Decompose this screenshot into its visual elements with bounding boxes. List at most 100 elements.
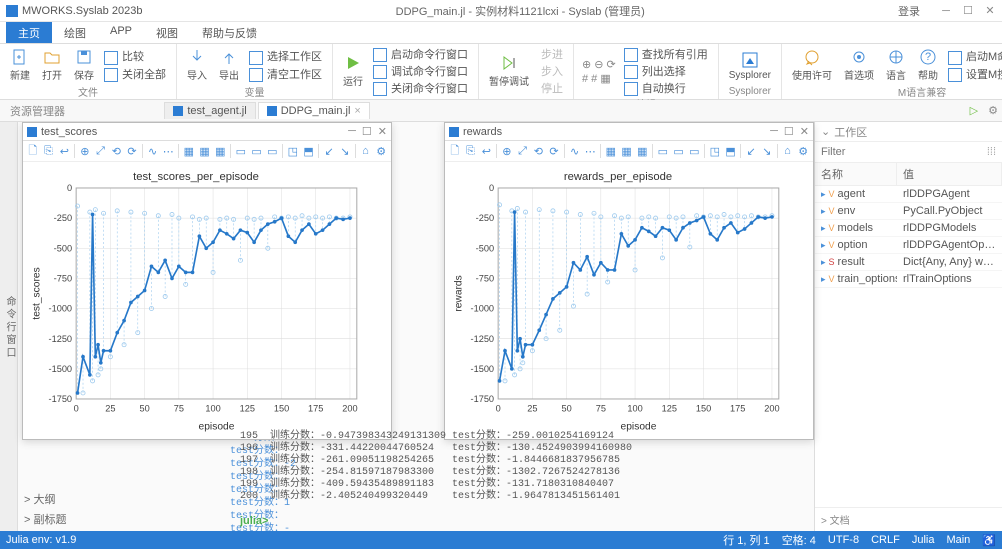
- docs-toggle[interactable]: > 文档: [815, 507, 1002, 531]
- plot-tool-icon[interactable]: ↘: [339, 144, 351, 158]
- ribbon-tab-app[interactable]: APP: [98, 22, 144, 43]
- plot-window-test-scores[interactable]: test_scores ─ ☐ ✕ 🗋⎘↩⊕⤢⟲⟳∿⋯▦▦▦▭▭▭◳⬒↙↘⌂⚙ …: [22, 122, 392, 440]
- status-encoding[interactable]: UTF-8: [828, 534, 859, 546]
- run-play-icon[interactable]: ▷: [970, 104, 978, 117]
- plot-canvas[interactable]: rewards_per_episode0-250-500-750-1000-12…: [449, 166, 787, 435]
- left-side-strip[interactable]: 命 令 行 窗 口: [0, 122, 18, 531]
- new-button[interactable]: 新建: [6, 46, 34, 84]
- wrap-button[interactable]: 自动换行: [622, 80, 712, 96]
- plot-tool-icon[interactable]: ⚙: [797, 144, 809, 158]
- plot-tool-icon[interactable]: ↩: [480, 144, 492, 158]
- minimize-icon[interactable]: ─: [348, 125, 356, 138]
- tab-close-icon[interactable]: ×: [354, 105, 360, 117]
- status-module[interactable]: Main: [946, 534, 970, 546]
- close-button[interactable]: ✕: [984, 5, 996, 17]
- login-link[interactable]: 登录: [898, 3, 920, 19]
- ribbon-tab-help[interactable]: 帮助与反馈: [190, 22, 269, 43]
- plot-tool-icon[interactable]: ∿: [569, 144, 581, 158]
- col-name[interactable]: 名称: [815, 163, 897, 185]
- plot-tool-icon[interactable]: ▦: [199, 144, 211, 158]
- plot-tool-icon[interactable]: ⚙: [375, 144, 387, 158]
- workspace-row[interactable]: ▸VenvPyCall.PyObject: [815, 203, 1002, 220]
- save-button[interactable]: 保存: [70, 46, 98, 84]
- plot-tool-icon[interactable]: ▭: [673, 144, 685, 158]
- ribbon-tab-home[interactable]: 主页: [6, 22, 52, 43]
- plot-tool-icon[interactable]: ▦: [605, 144, 617, 158]
- plot-tool-icon[interactable]: ⋯: [584, 144, 596, 158]
- plot-tool-icon[interactable]: ⊕: [501, 144, 513, 158]
- grid-button[interactable]: # # ▦: [580, 72, 618, 85]
- plot-tool-icon[interactable]: ⟲: [532, 144, 544, 158]
- maximize-icon[interactable]: ☐: [784, 125, 794, 138]
- plot-tool-icon[interactable]: ◳: [709, 144, 721, 158]
- gear-icon[interactable]: ⚙: [988, 104, 998, 117]
- status-env[interactable]: Julia env: v1.9: [6, 534, 711, 546]
- open-button[interactable]: 打开: [38, 46, 66, 84]
- license-button[interactable]: 使用许可: [788, 46, 836, 84]
- plot-tool-icon[interactable]: ⟲: [110, 144, 122, 158]
- plot-tool-icon[interactable]: ▦: [214, 144, 226, 158]
- plot-tool-icon[interactable]: ↙: [745, 144, 757, 158]
- status-lang[interactable]: Julia: [912, 534, 935, 546]
- compare-button[interactable]: 比较: [102, 48, 170, 64]
- plot-tool-icon[interactable]: ↘: [761, 144, 773, 158]
- run-button[interactable]: 运行: [339, 52, 367, 90]
- workspace-row[interactable]: ▸SresultDict{Any, Any} with...: [815, 254, 1002, 271]
- help-button[interactable]: ?帮助: [914, 46, 942, 84]
- plot-tool-icon[interactable]: ▭: [266, 144, 278, 158]
- zoomin-button[interactable]: ⊕ ⊖ ⟳: [580, 58, 618, 71]
- plot-tool-icon[interactable]: ⌂: [360, 144, 372, 158]
- select-workspace-button[interactable]: 选择工作区: [247, 48, 326, 64]
- prefs-button[interactable]: 首选项: [840, 46, 878, 84]
- workspace-filter-input[interactable]: [821, 146, 983, 158]
- tab-test-agent[interactable]: test_agent.jl: [164, 102, 255, 119]
- status-indent[interactable]: 空格: 4: [782, 532, 816, 548]
- plot-canvas[interactable]: test_scores_per_episode0-250-500-750-100…: [27, 166, 365, 435]
- close-icon[interactable]: ✕: [378, 125, 387, 138]
- m-path-button[interactable]: 设置M搜索路径: [946, 66, 1002, 82]
- find-refs-button[interactable]: 查找所有引用: [622, 46, 712, 62]
- plot-tool-icon[interactable]: ▦: [183, 144, 195, 158]
- plot-tool-icon[interactable]: ⬒: [725, 144, 737, 158]
- outline-toggle[interactable]: > 大纲: [20, 489, 70, 509]
- subtitle-toggle[interactable]: > 副标题: [20, 509, 70, 529]
- plot-tool-icon[interactable]: ⤢: [517, 144, 529, 158]
- pause-debug-button[interactable]: 暂停调试: [485, 52, 533, 90]
- plot-tool-icon[interactable]: ⟳: [126, 144, 138, 158]
- status-eol[interactable]: CRLF: [871, 534, 900, 546]
- status-notif-icon[interactable]: ♿: [982, 534, 996, 547]
- lang-button[interactable]: 语言: [882, 46, 910, 84]
- plot-tool-icon[interactable]: 🗋: [449, 144, 461, 158]
- workspace-row[interactable]: ▸VmodelsrlDDPGModels: [815, 220, 1002, 237]
- tab-ddpg-main[interactable]: DDPG_main.jl×: [258, 102, 370, 119]
- plot-tool-icon[interactable]: ▭: [235, 144, 247, 158]
- sysplorer-button[interactable]: Sysplorer: [725, 49, 775, 83]
- plot-tool-icon[interactable]: ▭: [251, 144, 263, 158]
- status-cursor[interactable]: 行 1, 列 1: [723, 532, 769, 548]
- stop-button[interactable]: 停止: [537, 80, 567, 96]
- minimize-icon[interactable]: ─: [770, 125, 778, 138]
- ribbon-tab-plot[interactable]: 绘图: [52, 22, 98, 43]
- close-cmd-button[interactable]: 关闭命令行窗口: [371, 80, 472, 96]
- plot-tool-icon[interactable]: ⎘: [43, 144, 55, 158]
- col-value[interactable]: 值: [897, 163, 1002, 185]
- plot-tool-icon[interactable]: ◳: [287, 144, 299, 158]
- import-button[interactable]: 导入: [183, 46, 211, 84]
- plot-tool-icon[interactable]: ▦: [621, 144, 633, 158]
- close-all-button[interactable]: 关闭全部: [102, 66, 170, 82]
- explorer-label[interactable]: 资源管理器: [4, 103, 71, 119]
- list-sel-button[interactable]: 列出选择: [622, 63, 712, 79]
- plot-tool-icon[interactable]: ▭: [657, 144, 669, 158]
- plot-tool-icon[interactable]: ∿: [147, 144, 159, 158]
- step-in-button[interactable]: 步入: [537, 63, 567, 79]
- plot-tool-icon[interactable]: 🗋: [27, 144, 39, 158]
- plot-tool-icon[interactable]: ↙: [323, 144, 335, 158]
- ribbon-tab-view[interactable]: 视图: [144, 22, 190, 43]
- maximize-icon[interactable]: ☐: [362, 125, 372, 138]
- maximize-button[interactable]: ☐: [962, 5, 974, 17]
- plot-tool-icon[interactable]: ▭: [688, 144, 700, 158]
- start-cmd-button[interactable]: 启动命令行窗口: [371, 46, 472, 62]
- plot-window-rewards[interactable]: rewards ─ ☐ ✕ 🗋⎘↩⊕⤢⟲⟳∿⋯▦▦▦▭▭▭◳⬒↙↘⌂⚙ rewa…: [444, 122, 814, 440]
- plot-tool-icon[interactable]: ⌂: [782, 144, 794, 158]
- workspace-row[interactable]: ▸Vtrain_optionsrlTrainOptions: [815, 271, 1002, 288]
